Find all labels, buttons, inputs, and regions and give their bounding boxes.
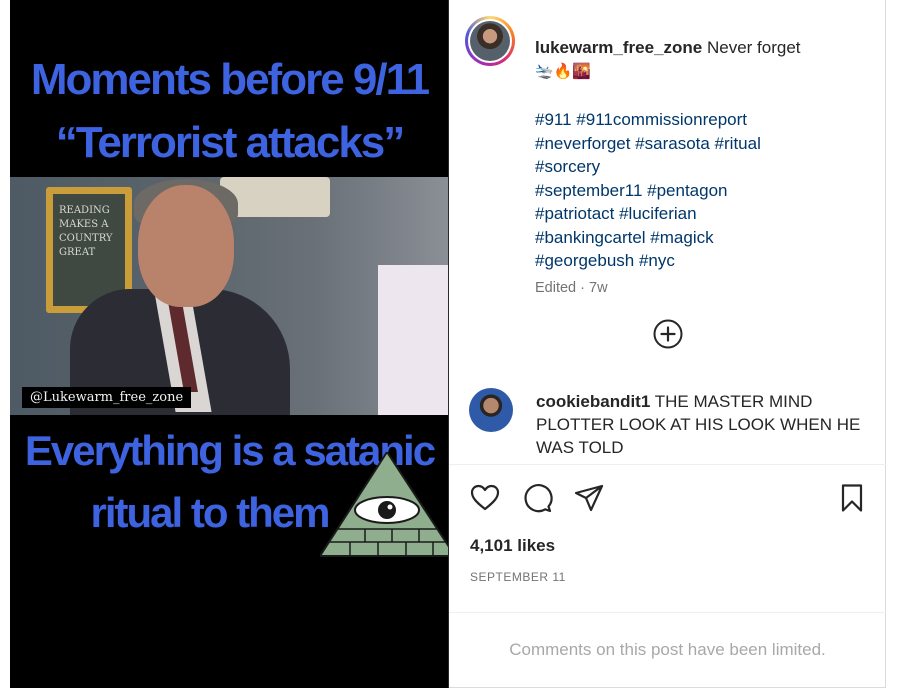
hashtag-line[interactable]: #bankingcartel #magick [535, 226, 875, 250]
commenter-username[interactable]: cookiebandit1 [536, 392, 650, 411]
hashtag-line[interactable]: #neverforget #sarasota #ritual [535, 132, 875, 156]
divider [449, 464, 886, 465]
avatar-image [470, 21, 510, 61]
heart-icon[interactable] [469, 482, 501, 514]
caption-message: Never forget [706, 38, 801, 57]
hashtag-line[interactable]: #patriotact #luciferian [535, 202, 875, 226]
action-bar [469, 482, 869, 514]
commenter-avatar[interactable] [469, 388, 513, 432]
plus-circle-icon[interactable] [652, 318, 684, 350]
person-face [138, 185, 234, 307]
hashtag-line[interactable]: #911 #911commissionreport [535, 108, 875, 132]
send-icon[interactable] [573, 482, 605, 514]
edited-label: Edited [535, 280, 577, 296]
comments-limited-notice: Comments on this post have been limited. [509, 640, 826, 659]
caption-text: lukewarm_free_zone Never forget [535, 36, 875, 59]
video-frame: READING MAKES A COUNTRY GREAT @Lukewarm_… [10, 177, 448, 415]
author-avatar[interactable] [465, 16, 515, 66]
instagram-post-modal: Moments before 9/11 “Terrorist attacks” … [0, 0, 900, 694]
divider [449, 612, 886, 613]
hashtag-line[interactable]: #sorcery [535, 155, 875, 179]
bookmark-icon[interactable] [836, 482, 868, 514]
comment-icon[interactable] [521, 482, 553, 514]
comment-text: cookiebandit1 THE MASTER MIND PLOTTER LO… [536, 390, 876, 459]
hashtag-list: #911 #911commissionreport #neverforget #… [535, 108, 875, 273]
media-watermark: @Lukewarm_free_zone [22, 387, 192, 408]
whiteboard [378, 265, 448, 415]
author-username[interactable]: lukewarm_free_zone [535, 38, 702, 57]
hashtag-line[interactable]: #september11 #pentagon [535, 179, 875, 203]
avatar-inner-ring [468, 19, 512, 63]
caption-emojis: 🛬🔥🌇 [535, 63, 592, 80]
hashtag-line[interactable]: #georgebush #nyc [535, 249, 875, 273]
media-top-caption-line-1: Moments before 9/11 [30, 55, 430, 104]
post-details-panel: lukewarm_free_zone Never forget 🛬🔥🌇 #911… [449, 0, 886, 688]
chalkboard-text: READING MAKES A COUNTRY GREAT [53, 194, 125, 306]
media-top-caption-line-2: “Terrorist attacks” [55, 118, 406, 167]
post-date[interactable]: SEPTEMBER 11 [470, 570, 566, 584]
likes-count[interactable]: 4,101 likes [470, 536, 555, 556]
post-age[interactable]: · 7w [580, 280, 607, 296]
eye-pyramid-icon [320, 452, 448, 557]
media-top-caption: Moments before 9/11 “Terrorist attacks” [10, 48, 448, 174]
edited-meta: Edited · 7w [535, 280, 608, 296]
post-media[interactable]: Moments before 9/11 “Terrorist attacks” … [10, 0, 449, 688]
